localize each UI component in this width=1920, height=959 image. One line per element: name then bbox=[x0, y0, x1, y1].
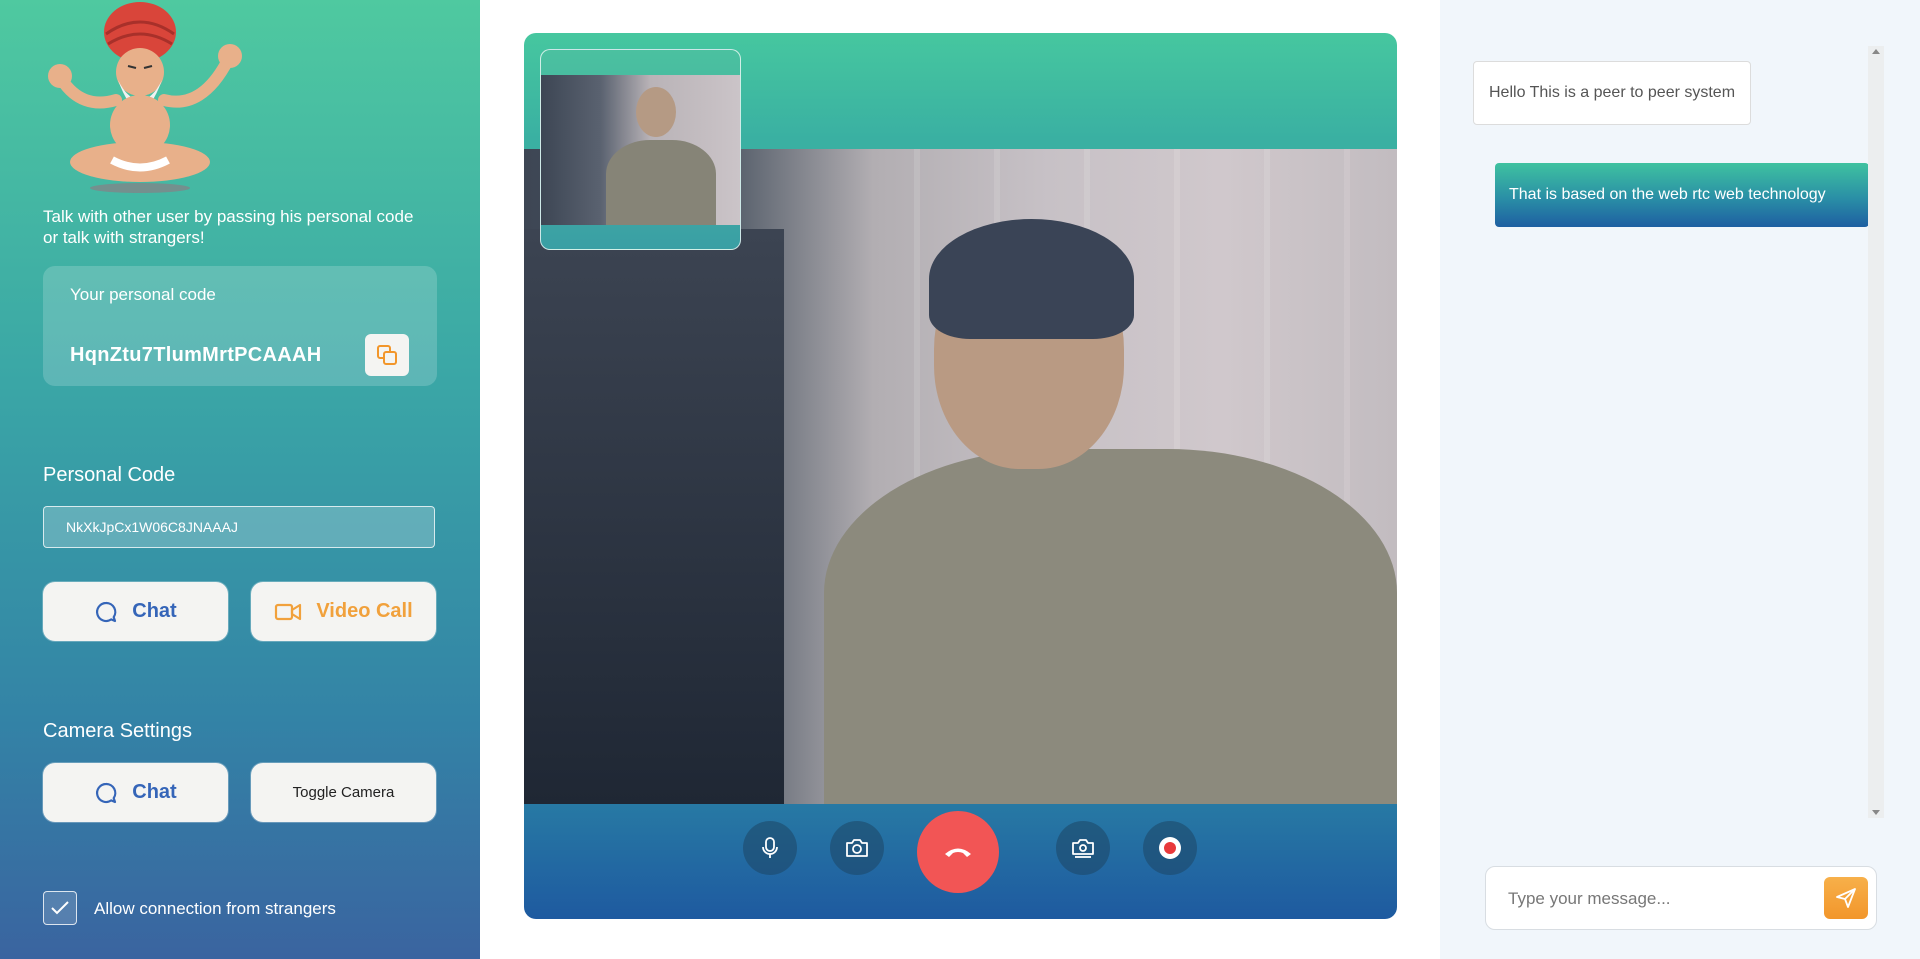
message-outgoing: That is based on the web rtc web technol… bbox=[1495, 163, 1869, 227]
personal-code-section-title: Personal Code bbox=[43, 464, 176, 486]
copy-code-button[interactable] bbox=[365, 334, 409, 376]
microphone-icon bbox=[762, 837, 778, 858]
checkmark-icon bbox=[51, 901, 69, 915]
chat-button-label: Chat bbox=[132, 600, 177, 622]
sidebar: Talk with other user by passing his pers… bbox=[0, 0, 480, 959]
logo-meditating-sage bbox=[48, 2, 242, 193]
switch-camera-button[interactable] bbox=[1056, 821, 1110, 875]
switch-camera-icon bbox=[1072, 839, 1094, 858]
personal-code-card: Your personal code HqnZtu7TlumMrtPCAAAH bbox=[43, 266, 437, 386]
camera-chat-button[interactable]: Chat bbox=[43, 763, 228, 822]
video-call-button[interactable]: Video Call bbox=[251, 582, 436, 641]
personal-code-label: Your personal code bbox=[70, 285, 216, 304]
chat-icon bbox=[96, 782, 117, 803]
chat-button[interactable]: Chat bbox=[43, 582, 228, 641]
toggle-camera-button-label: Toggle Camera bbox=[292, 784, 395, 801]
chat-icon bbox=[96, 601, 117, 622]
send-icon bbox=[1836, 888, 1856, 908]
allow-strangers-label: Allow connection from strangers bbox=[94, 899, 336, 918]
personal-code-input[interactable] bbox=[43, 506, 435, 548]
video-call-button-label: Video Call bbox=[316, 600, 413, 622]
call-controls bbox=[524, 811, 1397, 893]
personal-code-value: HqnZtu7TlumMrtPCAAAH bbox=[70, 344, 322, 366]
hang-up-icon bbox=[945, 848, 971, 857]
message-incoming: Hello This is a peer to peer system bbox=[1473, 61, 1752, 125]
record-button[interactable] bbox=[1143, 821, 1197, 875]
video-call-panel bbox=[524, 33, 1397, 919]
camera-button[interactable] bbox=[830, 821, 884, 875]
message-composer bbox=[1485, 866, 1877, 930]
record-icon bbox=[1159, 837, 1181, 859]
message-input[interactable] bbox=[1506, 883, 1810, 915]
chat-panel: Hello This is a peer to peer system That… bbox=[1440, 0, 1920, 959]
allow-strangers-checkbox[interactable] bbox=[43, 891, 77, 925]
camera-icon bbox=[846, 839, 868, 857]
camera-chat-button-label: Chat bbox=[132, 781, 177, 803]
local-video-preview bbox=[540, 49, 741, 250]
toggle-camera-button[interactable]: Toggle Camera bbox=[251, 763, 436, 822]
tagline: Talk with other user by passing his pers… bbox=[43, 207, 414, 247]
camera-settings-title: Camera Settings bbox=[43, 720, 192, 742]
messages-scrollbar[interactable] bbox=[1868, 46, 1884, 818]
scroll-up-arrow-icon[interactable] bbox=[1872, 49, 1880, 54]
microphone-button[interactable] bbox=[743, 821, 797, 875]
copy-icon bbox=[377, 345, 397, 365]
send-button[interactable] bbox=[1824, 877, 1868, 919]
scroll-down-arrow-icon[interactable] bbox=[1872, 810, 1880, 815]
hang-up-button[interactable] bbox=[917, 811, 999, 893]
video-camera-icon bbox=[275, 603, 302, 620]
